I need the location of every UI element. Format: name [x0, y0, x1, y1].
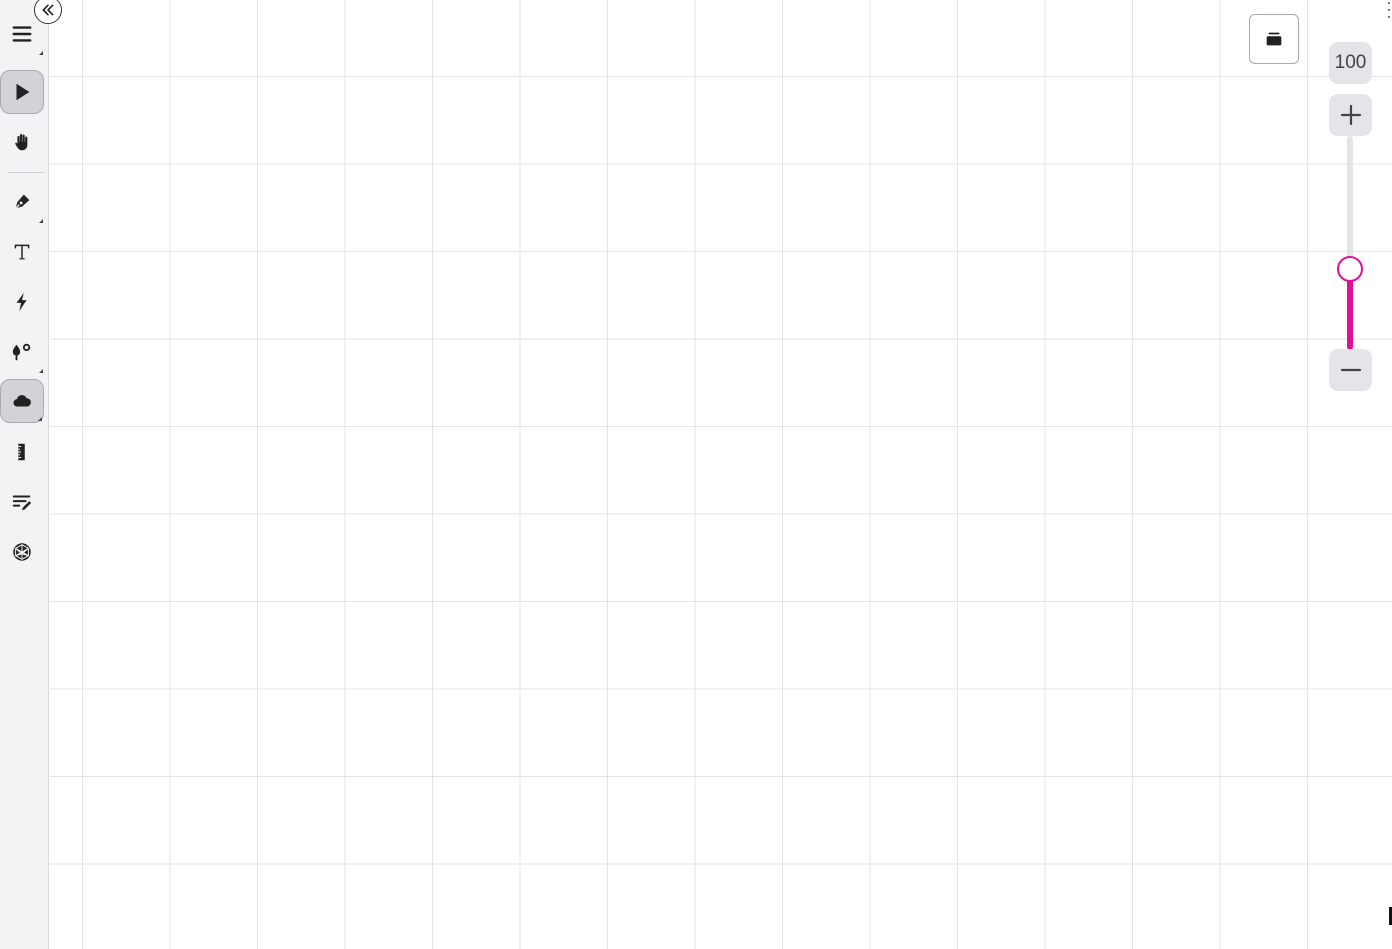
lightning-icon: [16, 292, 27, 312]
drag-handle[interactable]: [1384, 0, 1392, 20]
polyhedron-icon: [13, 543, 31, 561]
fill-tool-button[interactable]: [0, 330, 44, 374]
polyhedron-tool-button[interactable]: [0, 530, 44, 574]
pan-tool-button[interactable]: [0, 120, 44, 164]
edit-text-tool-button[interactable]: [0, 480, 44, 524]
cloud-icon: [13, 395, 31, 407]
drawing-canvas[interactable]: [50, 0, 1392, 949]
ruler-tool-button[interactable]: [0, 430, 44, 474]
zoom-slider-thumb[interactable]: [1337, 255, 1363, 282]
zoom-level-value: 100: [1334, 52, 1367, 73]
laser-tool-button[interactable]: [0, 280, 44, 324]
text-t-icon: [14, 244, 30, 260]
lines-pencil-icon: [12, 495, 32, 511]
ruler-icon: [18, 443, 25, 461]
pen-tool-button[interactable]: [0, 180, 44, 224]
text-tool-button[interactable]: [0, 230, 44, 274]
select-tool-button[interactable]: [0, 70, 44, 114]
pen-nib-icon: [13, 194, 30, 211]
submenu-indicator: [39, 219, 43, 223]
cloud-tool-button[interactable]: [0, 379, 44, 423]
hand-icon: [15, 134, 28, 151]
plus-icon: [1340, 104, 1361, 126]
zoom-level-display[interactable]: 100: [1329, 42, 1372, 84]
left-toolbar: [0, 0, 49, 949]
submenu-indicator: [39, 369, 43, 373]
minus-icon: [1340, 368, 1361, 372]
double-chevron-left-icon: [42, 4, 54, 16]
tray-icon: [1266, 32, 1282, 46]
toolbar-divider: [8, 172, 44, 173]
zoom-out-button[interactable]: [1329, 349, 1372, 391]
zoom-in-button[interactable]: [1329, 94, 1372, 136]
submenu-indicator: [39, 51, 43, 55]
tray-button[interactable]: [1249, 14, 1299, 64]
paint-drop-icon: [12, 343, 31, 361]
pointer-arrow-icon: [16, 83, 30, 101]
submenu-indicator: [38, 417, 42, 421]
